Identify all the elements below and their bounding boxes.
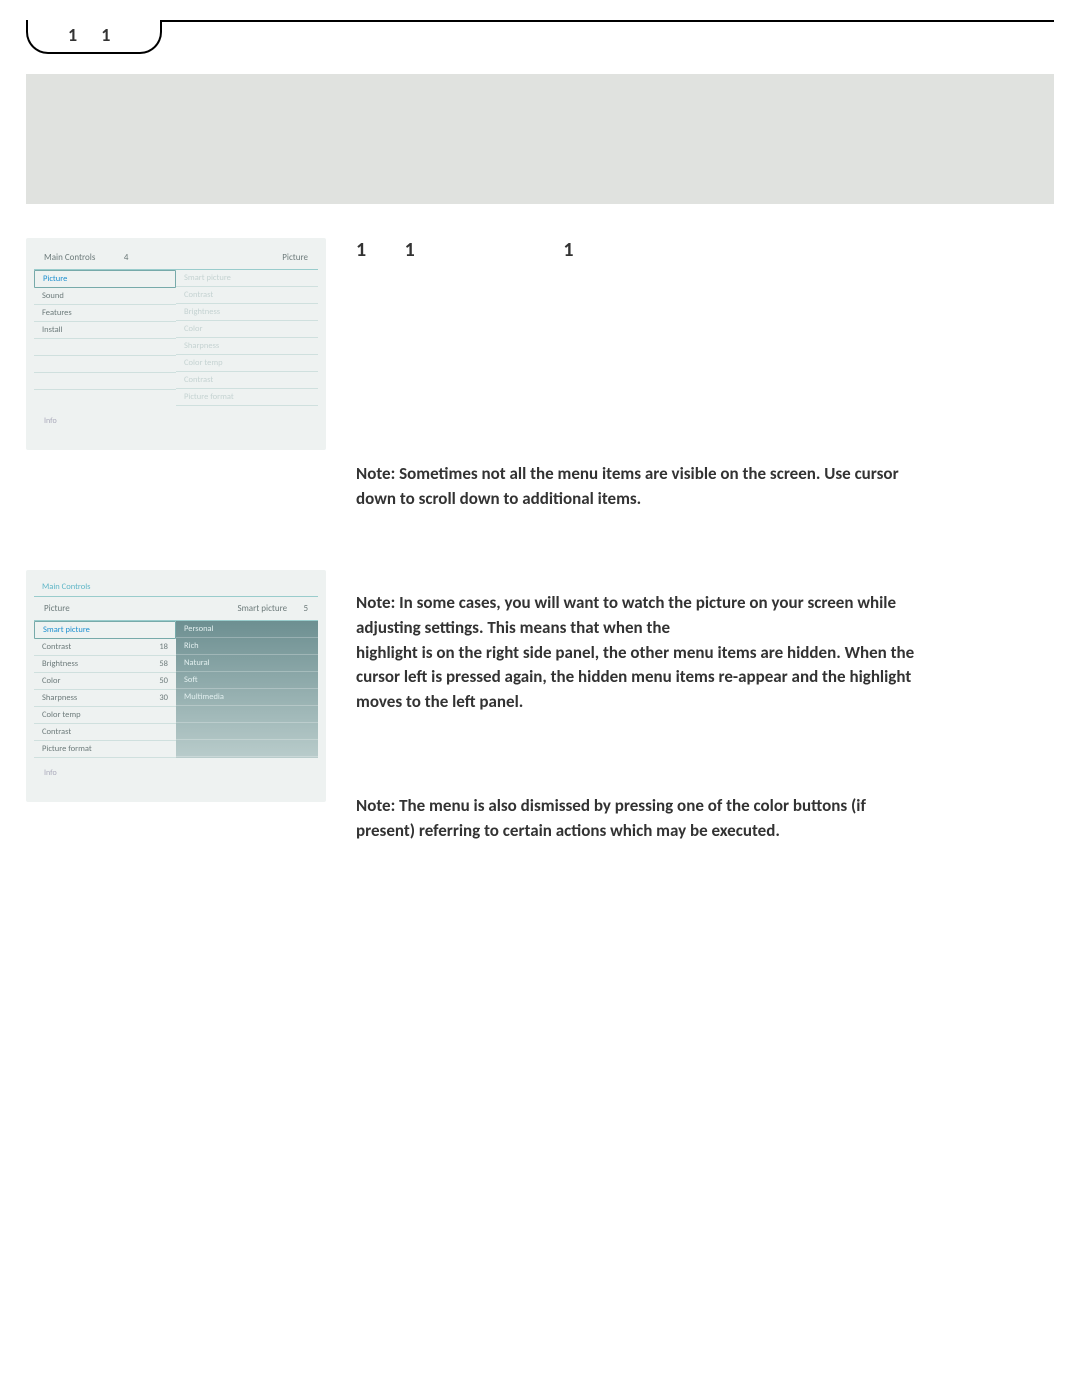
list-item[interactable]: Contrast18 xyxy=(34,639,176,656)
banner-placeholder xyxy=(26,74,1054,204)
note-3: Note: The menu is also dismissed by pres… xyxy=(356,794,916,843)
list-item[interactable]: Smart picture xyxy=(34,621,176,639)
ss1-right-header: Picture xyxy=(282,252,308,263)
note-1: Note: Sometimes not all the menu items a… xyxy=(356,462,916,511)
list-item[interactable]: Brightness58 xyxy=(34,656,176,673)
ss1-left-header: Main Controls 4 xyxy=(44,252,128,263)
list-item: Sharpness xyxy=(176,338,318,355)
tab-num-a: 1 xyxy=(68,24,87,46)
list-item[interactable]: Picture xyxy=(34,270,176,288)
ss2-right-list: Personal Rich Natural Soft Multimedia xyxy=(176,621,318,758)
list-item[interactable]: Sound xyxy=(34,288,176,305)
list-item: Smart picture xyxy=(176,270,318,287)
ss2-info: Info xyxy=(34,758,318,788)
header-rule: 1 1 xyxy=(26,20,1054,60)
list-item[interactable]: Color temp xyxy=(34,707,176,724)
ss2-left-header: Picture xyxy=(44,603,70,614)
ss1-info: Info xyxy=(34,406,318,436)
ss1-right-list: Smart picture Contrast Brightness Color … xyxy=(176,270,318,406)
list-item: Contrast xyxy=(176,372,318,389)
heading-num-c: 1 xyxy=(563,238,575,262)
menu-screenshot-1: Main Controls 4 Picture Picture Sound Fe… xyxy=(26,238,326,450)
list-item[interactable]: Soft xyxy=(176,672,318,689)
heading-num-a: 1 xyxy=(356,238,368,262)
list-item[interactable]: Sharpness30 xyxy=(34,690,176,707)
ss2-left-list: Smart picture Contrast18 Brightness58 Co… xyxy=(34,621,176,758)
list-item[interactable]: Color50 xyxy=(34,673,176,690)
list-item[interactable]: Install xyxy=(34,322,176,339)
list-item: Brightness xyxy=(176,304,318,321)
list-item[interactable]: Personal xyxy=(176,621,318,638)
list-item[interactable]: Picture format xyxy=(34,741,176,758)
list-item[interactable]: Multimedia xyxy=(176,689,318,706)
list-item: Contrast xyxy=(176,287,318,304)
section-tab: 1 1 xyxy=(26,20,162,54)
list-item[interactable]: Natural xyxy=(176,655,318,672)
heading-num-b: 1 xyxy=(405,238,417,262)
section-heading: 1 1 1 xyxy=(356,238,1054,262)
list-item[interactable]: Features xyxy=(34,305,176,322)
list-item: Color xyxy=(176,321,318,338)
list-item: Color temp xyxy=(176,355,318,372)
ss2-right-header: Smart picture 5 xyxy=(237,603,308,614)
ss1-left-list: Picture Sound Features Install xyxy=(34,270,176,406)
list-item[interactable]: Rich xyxy=(176,638,318,655)
tab-num-b: 1 xyxy=(101,24,120,46)
list-item: Picture format xyxy=(176,389,318,406)
menu-screenshot-2: Main Controls Picture Smart picture 5 Sm… xyxy=(26,570,326,802)
note-2: Note: In some cases, you will want to wa… xyxy=(356,591,916,714)
list-item[interactable]: Contrast xyxy=(34,724,176,741)
ss2-breadcrumb: Main Controls xyxy=(34,578,318,597)
